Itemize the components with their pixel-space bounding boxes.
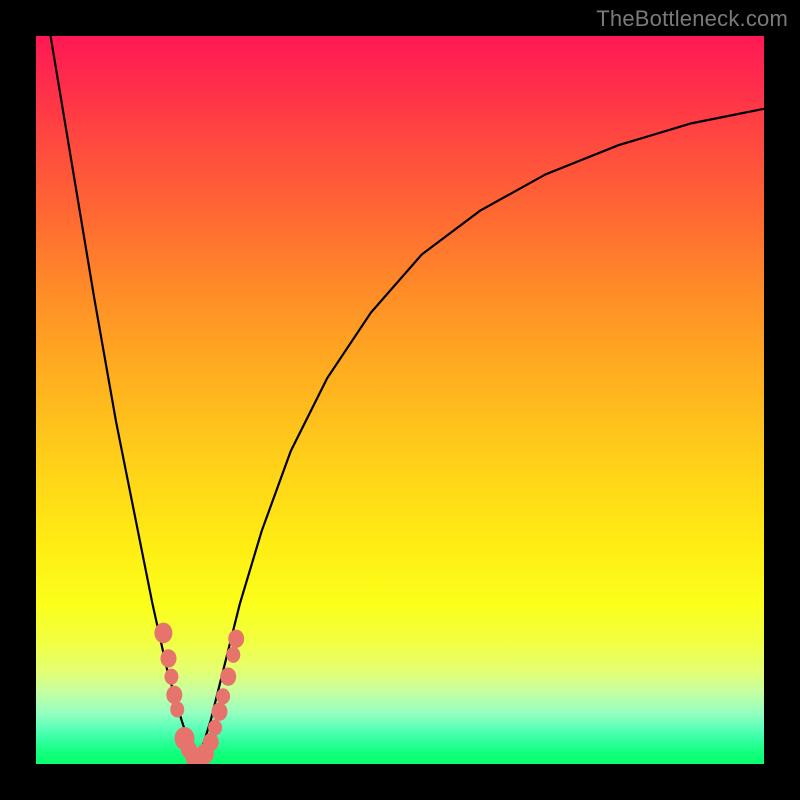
data-dot: [170, 701, 184, 717]
data-dot: [154, 623, 172, 644]
data-dot: [166, 686, 182, 704]
data-dot: [220, 667, 236, 685]
data-dot: [228, 630, 244, 648]
chart-svg: [36, 36, 764, 764]
data-dot: [226, 647, 240, 663]
data-dot: [203, 733, 219, 751]
data-dot: [161, 649, 177, 667]
watermark-text: TheBottleneck.com: [596, 6, 788, 32]
data-dot: [216, 688, 230, 704]
plot-area: [36, 36, 764, 764]
bottleneck-curve: [51, 36, 764, 764]
highlighted-points-group: [154, 623, 244, 764]
outer-frame: TheBottleneck.com: [0, 0, 800, 800]
data-dot: [208, 720, 222, 736]
data-dot: [164, 669, 178, 685]
data-dot: [211, 702, 227, 720]
